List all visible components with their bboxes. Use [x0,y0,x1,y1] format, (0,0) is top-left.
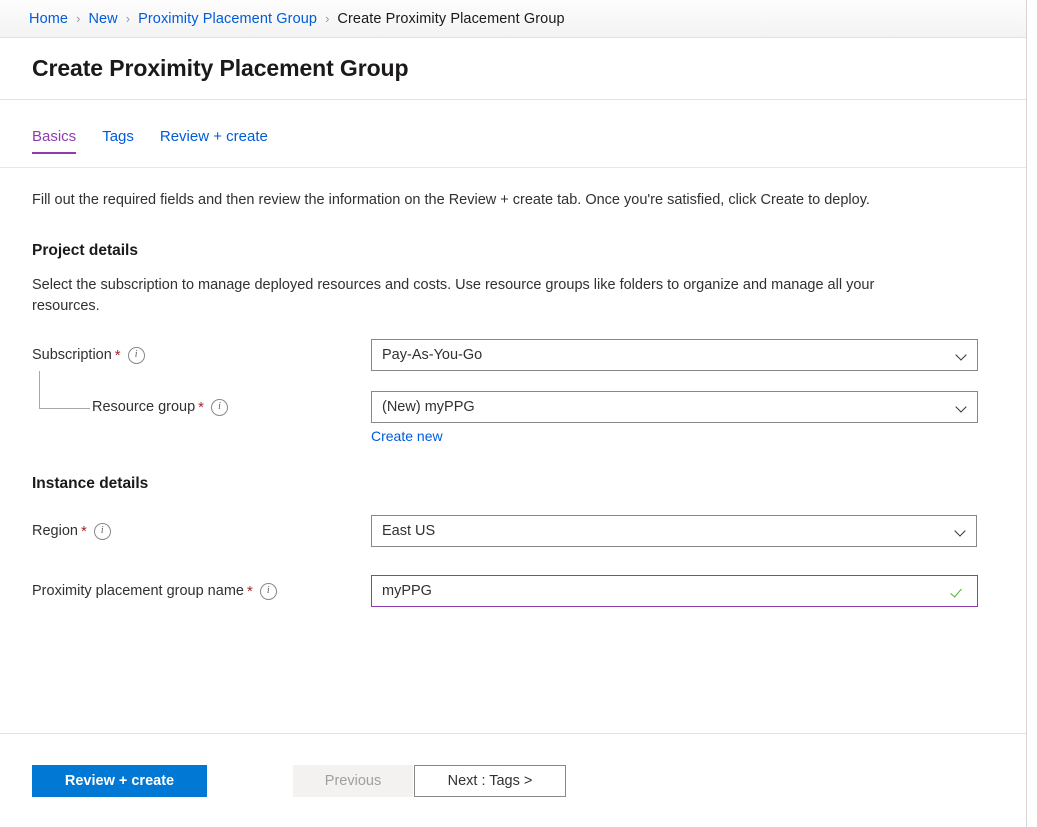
ppg-name-input-value: myPPG [382,583,432,599]
label-resource-group-text: Resource group [92,399,195,415]
breadcrumb-separator: › [76,11,80,26]
label-region: Region * i [32,515,371,547]
required-asterisk: * [198,400,204,415]
field-subscription: Pay-As-You-Go [371,339,979,371]
label-resource-group: Resource group * i [32,391,371,423]
section-description-project-details: Select the subscription to manage deploy… [32,275,917,317]
info-icon[interactable]: i [260,583,277,600]
ppg-name-input[interactable]: myPPG [371,575,978,607]
field-row-region: Region * i East US [32,515,994,547]
review-create-button[interactable]: Review + create [32,765,207,797]
field-region: East US [371,515,979,547]
info-icon[interactable]: i [211,399,228,416]
label-region-text: Region [32,523,78,539]
previous-button: Previous [293,765,413,797]
label-ppg-name-text: Proximity placement group name [32,583,244,599]
breadcrumb-separator: › [126,11,130,26]
required-asterisk: * [115,348,121,363]
tab-tags[interactable]: Tags [102,128,134,154]
section-heading-instance-details: Instance details [32,475,994,493]
intro-text: Fill out the required fields and then re… [32,190,967,211]
tab-review-create[interactable]: Review + create [160,128,268,154]
tab-list: Basics Tags Review + create [0,128,1026,168]
required-asterisk: * [247,584,253,599]
chevron-down-icon [957,403,967,413]
field-row-subscription: Subscription * i Pay-As-You-Go [32,339,994,371]
label-subscription-text: Subscription [32,347,112,363]
tab-basics[interactable]: Basics [32,128,76,154]
label-subscription: Subscription * i [32,339,371,371]
form-content: Fill out the required fields and then re… [0,168,1026,733]
subscription-dropdown[interactable]: Pay-As-You-Go [371,339,978,371]
field-ppg-name: myPPG [371,575,979,607]
resource-group-dropdown-value: (New) myPPG [382,399,475,415]
info-icon[interactable]: i [128,347,145,364]
breadcrumb: Home › New › Proximity Placement Group ›… [0,0,1026,38]
chevron-down-icon [956,527,966,537]
breadcrumb-separator: › [325,11,329,26]
next-tags-button[interactable]: Next : Tags > [414,765,566,797]
project-details-fields: Subscription * i Pay-As-You-Go Resource … [32,339,994,444]
field-row-resource-group: Resource group * i (New) myPPG Create ne… [32,391,994,444]
page-title: Create Proximity Placement Group [32,55,408,82]
field-resource-group: (New) myPPG Create new [371,391,979,444]
breadcrumb-item-new[interactable]: New [88,11,117,27]
instance-details-fields: Region * i East US Proximity placement g… [32,515,994,607]
footer-action-bar: Review + create Previous Next : Tags > [0,733,1026,827]
breadcrumb-item-proximity-placement-group[interactable]: Proximity Placement Group [138,11,317,27]
chevron-down-icon [957,351,967,361]
breadcrumb-item-home[interactable]: Home [29,11,68,27]
title-bar: Create Proximity Placement Group [0,38,1026,100]
breadcrumb-item-current: Create Proximity Placement Group [337,11,564,27]
resource-group-dropdown[interactable]: (New) myPPG [371,391,978,423]
create-new-resource-group-link[interactable]: Create new [371,428,443,444]
check-icon [952,583,966,599]
region-dropdown-value: East US [382,523,435,539]
section-heading-project-details: Project details [32,242,994,260]
info-icon[interactable]: i [94,523,111,540]
tab-list-divider [0,167,1026,168]
subscription-dropdown-value: Pay-As-You-Go [382,347,482,363]
required-asterisk: * [81,524,87,539]
region-dropdown[interactable]: East US [371,515,977,547]
field-row-ppg-name: Proximity placement group name * i myPPG [32,575,994,607]
label-ppg-name: Proximity placement group name * i [32,575,371,607]
create-ppg-blade: Home › New › Proximity Placement Group ›… [0,0,1027,827]
